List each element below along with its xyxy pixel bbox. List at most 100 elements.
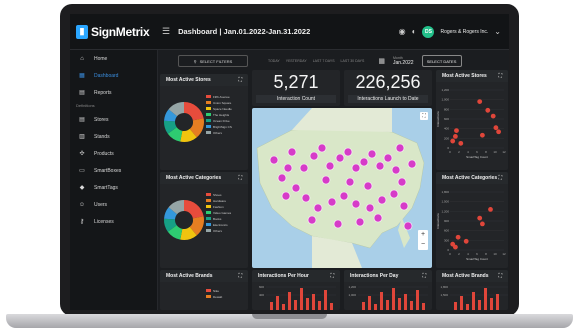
scatter-point[interactable] — [454, 128, 459, 133]
scatter-point[interactable] — [477, 215, 483, 221]
sidebar-item-products[interactable]: ✣ Products — [70, 145, 157, 162]
bar[interactable] — [330, 303, 333, 310]
map-pin[interactable] — [407, 159, 417, 169]
bar[interactable] — [496, 294, 499, 310]
map-pin[interactable] — [281, 191, 291, 201]
zoom-control[interactable]: + − — [418, 230, 428, 250]
expand-icon[interactable]: ⛶ — [498, 175, 502, 181]
legend-item[interactable]: Dewalt — [206, 294, 222, 299]
bar[interactable] — [276, 296, 279, 310]
range-today[interactable]: TODAY — [268, 59, 280, 63]
sidebar-item-smartboxes[interactable]: ▭ SmartBoxes — [70, 162, 157, 179]
sidebar-item-users[interactable]: ☺ Users — [70, 196, 157, 213]
scatter-point[interactable] — [493, 125, 499, 131]
bar[interactable] — [460, 296, 463, 310]
map-pin[interactable] — [339, 191, 349, 201]
bar[interactable] — [416, 290, 419, 310]
map-pin[interactable] — [299, 163, 309, 173]
legend-item[interactable]: Books — [206, 216, 231, 221]
bar[interactable] — [410, 301, 413, 310]
map-pin[interactable] — [325, 161, 335, 171]
bar[interactable] — [404, 294, 407, 310]
map-pin[interactable] — [365, 203, 375, 213]
bar[interactable] — [484, 288, 487, 310]
map-pin[interactable] — [313, 203, 323, 213]
bar[interactable] — [312, 294, 315, 310]
map-pin[interactable] — [395, 143, 405, 153]
expand-icon[interactable]: ⛶ — [330, 273, 334, 279]
app-logo[interactable]: ▮ SignMetrix — [70, 14, 160, 50]
map-pin[interactable] — [277, 173, 287, 183]
calendar-icon[interactable]: ▦ — [378, 57, 385, 65]
zoom-out-icon[interactable]: − — [418, 240, 428, 250]
store-map[interactable]: + − ⛶ — [252, 108, 432, 268]
sidebar-item-licenses[interactable]: ⚷ Licenses — [70, 213, 157, 230]
zoom-in-icon[interactable]: + — [418, 230, 428, 240]
map-pin[interactable] — [375, 161, 385, 171]
legend-item[interactable]: Others — [206, 130, 232, 135]
sidebar-item-reports[interactable]: ▤ Reports — [70, 84, 157, 101]
map-pin[interactable] — [403, 221, 413, 231]
map-pin[interactable] — [333, 219, 343, 229]
map-pin[interactable] — [287, 147, 297, 157]
scatter-point[interactable] — [488, 207, 493, 212]
scatter-point[interactable] — [458, 140, 464, 146]
sidebar-item-smarttags[interactable]: ◆ SmartTags — [70, 179, 157, 196]
map-pin[interactable] — [351, 199, 361, 209]
expand-icon[interactable]: ⛶ — [238, 77, 242, 83]
bar[interactable] — [392, 288, 395, 310]
expand-icon[interactable]: ⛶ — [238, 273, 242, 279]
scatter-point[interactable] — [455, 234, 461, 240]
theme-toggle-icon[interactable]: ◐ — [412, 27, 417, 36]
map-pin[interactable] — [321, 175, 331, 185]
legend-item[interactable]: Others — [206, 228, 231, 233]
bar[interactable] — [300, 288, 303, 310]
bar[interactable] — [324, 290, 327, 310]
bar[interactable] — [422, 303, 425, 310]
legend-item[interactable]: Hardware — [206, 198, 231, 203]
expand-icon[interactable]: ⛶ — [422, 273, 426, 279]
avatar[interactable]: DS — [422, 25, 435, 38]
globe-icon[interactable]: ◉ — [399, 27, 406, 36]
bar[interactable] — [490, 298, 493, 310]
map-pin[interactable] — [373, 213, 383, 223]
legend-item[interactable]: Fashion — [206, 204, 231, 209]
bar[interactable] — [270, 302, 273, 310]
pie-slice[interactable] — [184, 102, 204, 121]
scatter-point[interactable] — [477, 99, 483, 104]
range-yesterday[interactable]: YESTERDAY — [286, 59, 307, 63]
bar[interactable] — [318, 301, 321, 310]
expand-icon[interactable]: ⛶ — [498, 73, 502, 79]
range-last-30[interactable]: LAST 30 DAYS — [341, 59, 365, 63]
map-pin[interactable] — [389, 189, 399, 199]
map-pin[interactable] — [269, 155, 279, 165]
org-name[interactable]: Rogers & Rogers Inc. — [440, 29, 488, 35]
bar[interactable] — [380, 292, 383, 310]
map-pin[interactable] — [283, 163, 293, 173]
scatter-point[interactable] — [480, 132, 485, 138]
map-pin[interactable] — [291, 183, 301, 193]
legend-item[interactable]: BrightSign CS — [206, 124, 232, 129]
sidebar-item-stores[interactable]: ▤ Stores — [70, 111, 157, 128]
bar[interactable] — [288, 292, 291, 310]
sidebar-item-stands[interactable]: ▥ Stands — [70, 128, 157, 145]
bar[interactable] — [282, 304, 285, 310]
map-pin[interactable] — [391, 165, 401, 175]
scatter-point[interactable] — [485, 107, 491, 113]
map-pin[interactable] — [307, 215, 317, 225]
map-pin[interactable] — [351, 163, 361, 173]
legend-item[interactable]: Union Square — [206, 100, 232, 105]
map-pin[interactable] — [343, 147, 353, 157]
map-pin[interactable] — [397, 177, 407, 187]
legend-item[interactable]: Shoes — [206, 192, 231, 197]
scatter-point[interactable] — [453, 244, 458, 250]
scatter-point[interactable] — [480, 221, 485, 227]
menu-icon[interactable]: ☰ — [162, 26, 170, 37]
map-pin[interactable] — [377, 195, 387, 205]
legend-item[interactable]: The Heights — [206, 112, 232, 117]
map-pin[interactable] — [327, 197, 337, 207]
expand-icon[interactable]: ⛶ — [238, 175, 242, 181]
map-pin[interactable] — [309, 151, 319, 161]
scatter-point[interactable] — [453, 134, 458, 139]
sidebar-item-home[interactable]: ⌂ Home — [70, 50, 157, 67]
